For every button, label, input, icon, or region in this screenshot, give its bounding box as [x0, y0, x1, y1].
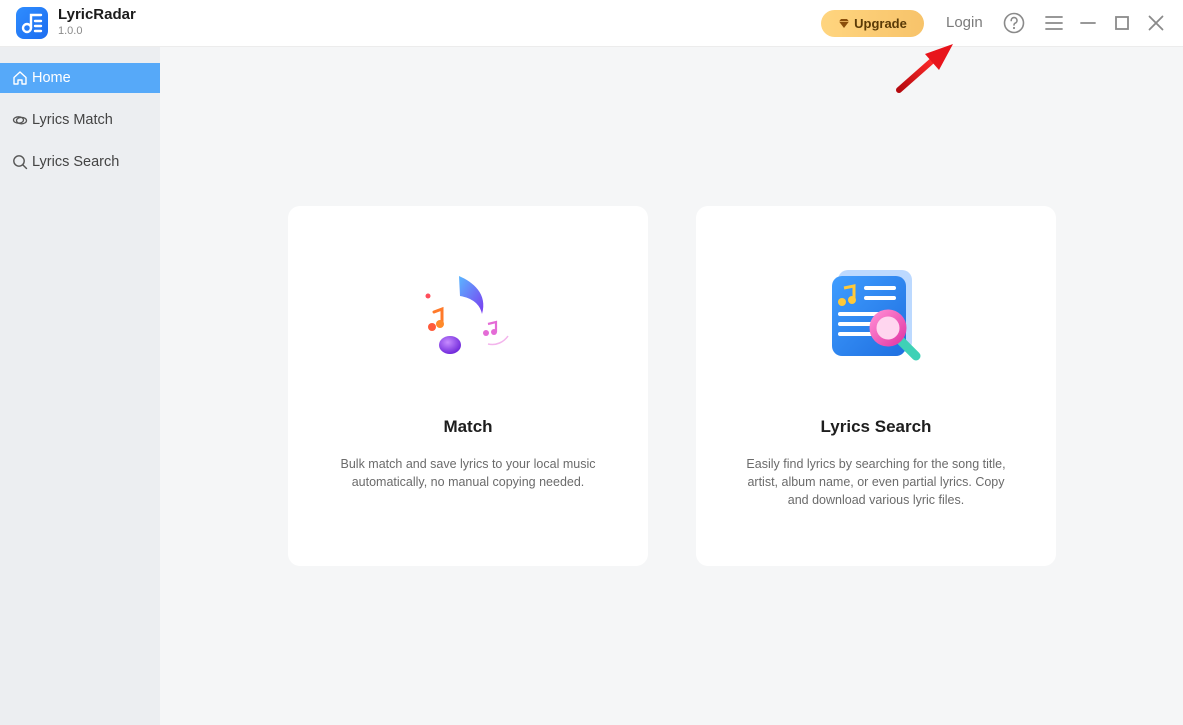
title-bar: LyricRadar 1.0.0 Upgrade Login	[0, 0, 1183, 47]
home-icon	[13, 71, 27, 85]
maximize-icon[interactable]	[1111, 12, 1133, 34]
sidebar-item-label: Lyrics Search	[32, 154, 120, 170]
lyrics-search-card[interactable]: Lyrics Search Easily find lyrics by sear…	[696, 206, 1056, 566]
minimize-icon[interactable]	[1077, 12, 1099, 34]
lyrics-magnifier-icon	[832, 270, 921, 361]
sidebar-item-lyrics-search[interactable]: Lyrics Search	[0, 147, 160, 177]
search-icon	[13, 155, 28, 170]
app-version: 1.0.0	[58, 25, 83, 37]
link-icon	[12, 116, 28, 125]
upgrade-label: Upgrade	[854, 16, 907, 31]
help-icon[interactable]	[1003, 12, 1025, 34]
upgrade-button[interactable]: Upgrade	[821, 10, 924, 37]
sidebar: Home Lyrics Match Lyrics Search	[0, 47, 160, 725]
match-card[interactable]: Match Bulk match and save lyrics to your…	[288, 206, 648, 566]
diamond-icon	[839, 19, 850, 28]
sidebar-item-label: Lyrics Match	[32, 112, 113, 128]
sidebar-item-home[interactable]: Home	[0, 63, 160, 93]
card-description: Easily find lyrics by searching for the …	[746, 457, 1006, 507]
card-title: Lyrics Search	[820, 417, 932, 436]
menu-icon[interactable]	[1043, 12, 1065, 34]
card-description: Bulk match and save lyrics to your local…	[340, 457, 596, 489]
sidebar-item-label: Home	[32, 70, 71, 86]
sidebar-item-lyrics-match[interactable]: Lyrics Match	[0, 105, 160, 135]
music-notes-icon	[425, 273, 509, 354]
app-name: LyricRadar	[58, 6, 136, 23]
annotation-arrow-icon	[896, 44, 953, 93]
close-icon[interactable]	[1145, 12, 1167, 34]
login-button[interactable]: Login	[946, 14, 983, 31]
app-logo	[16, 7, 48, 39]
card-title: Match	[443, 417, 493, 436]
